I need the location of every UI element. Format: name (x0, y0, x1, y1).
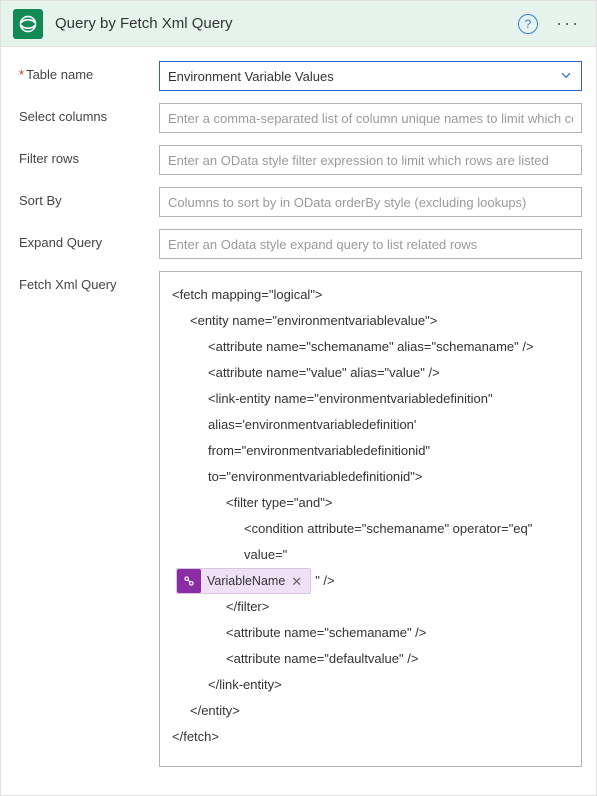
table-name-dropdown[interactable]: Environment Variable Values (159, 61, 582, 91)
xml-line: <condition attribute="schemaname" operat… (172, 516, 569, 568)
xml-line: <attribute name="value" alias="value" /> (172, 360, 569, 386)
table-name-value: Environment Variable Values (168, 69, 334, 84)
field-sort-by: Sort By (19, 187, 582, 217)
xml-line: <link-entity name="environmentvariablede… (172, 386, 569, 438)
field-select-columns: Select columns (19, 103, 582, 133)
xml-line: <filter type="and"> (172, 490, 569, 516)
label-sort-by: Sort By (19, 187, 159, 208)
xml-line-tail: " /> (315, 568, 334, 594)
xml-line: <attribute name="defaultvalue" /> (172, 646, 569, 672)
card-body: *Table name Environment Variable Values … (1, 47, 596, 795)
xml-line: </entity> (172, 698, 569, 724)
label-table-name: *Table name (19, 61, 159, 82)
action-card: Query by Fetch Xml Query ? ··· *Table na… (0, 0, 597, 796)
sort-by-input-wrapper[interactable] (159, 187, 582, 217)
chevron-down-icon (559, 68, 573, 85)
expand-query-input[interactable] (168, 237, 573, 252)
help-icon[interactable]: ? (518, 14, 538, 34)
select-columns-input[interactable] (168, 111, 573, 126)
xml-line: </filter> (172, 594, 569, 620)
label-fetch-xml: Fetch Xml Query (19, 271, 159, 292)
xml-line: <fetch mapping="logical"> (172, 282, 569, 308)
filter-rows-input[interactable] (168, 153, 573, 168)
field-expand-query: Expand Query (19, 229, 582, 259)
label-filter-rows: Filter rows (19, 145, 159, 166)
xml-token-line: VariableName ✕ " /> (172, 568, 569, 594)
fetch-xml-editor[interactable]: <fetch mapping="logical"> <entity name="… (159, 271, 582, 767)
xml-line: <attribute name="schemaname" /> (172, 620, 569, 646)
expand-query-input-wrapper[interactable] (159, 229, 582, 259)
filter-rows-input-wrapper[interactable] (159, 145, 582, 175)
card-title: Query by Fetch Xml Query (55, 15, 518, 32)
dataverse-logo-icon (13, 9, 43, 39)
card-header[interactable]: Query by Fetch Xml Query ? ··· (1, 1, 596, 47)
xml-line: </link-entity> (172, 672, 569, 698)
label-select-columns: Select columns (19, 103, 159, 124)
xml-line: from="environmentvariabledefinitionid" t… (172, 438, 569, 490)
xml-line: <entity name="environmentvariablevalue"> (172, 308, 569, 334)
dynamic-token-chip[interactable]: VariableName ✕ (176, 568, 311, 594)
select-columns-input-wrapper[interactable] (159, 103, 582, 133)
xml-line: </fetch> (172, 724, 569, 750)
label-expand-query: Expand Query (19, 229, 159, 250)
close-icon[interactable]: ✕ (289, 575, 304, 588)
xml-line: <attribute name="schemaname" alias="sche… (172, 334, 569, 360)
sort-by-input[interactable] (168, 195, 573, 210)
variable-icon (177, 569, 201, 593)
token-label: VariableName (207, 575, 289, 588)
field-fetch-xml: Fetch Xml Query <fetch mapping="logical"… (19, 271, 582, 767)
more-menu-icon[interactable]: ··· (552, 9, 584, 38)
field-filter-rows: Filter rows (19, 145, 582, 175)
field-table-name: *Table name Environment Variable Values (19, 61, 582, 91)
